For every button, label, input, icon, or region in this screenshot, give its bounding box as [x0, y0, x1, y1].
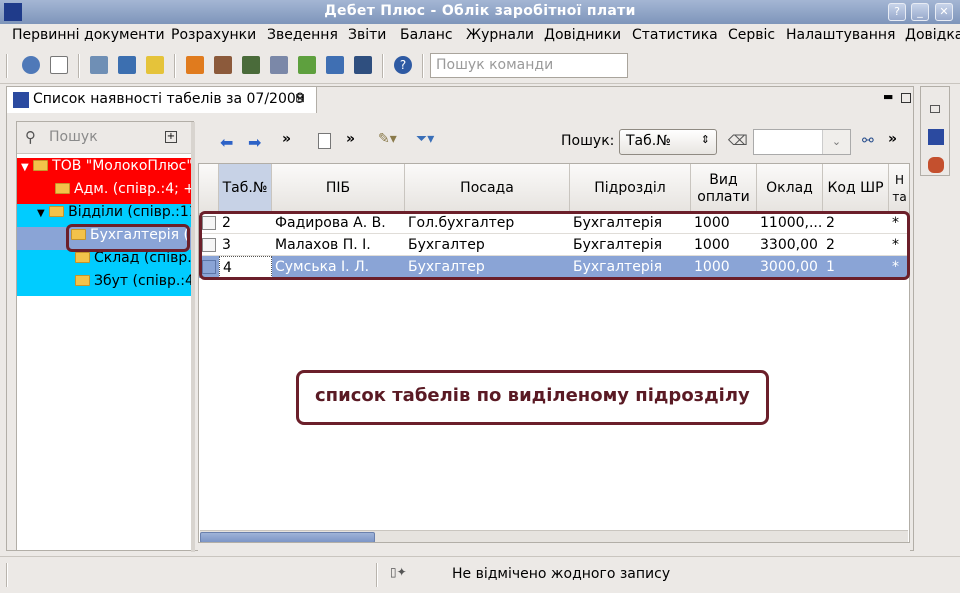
camera-icon[interactable]: [242, 56, 260, 74]
eraser-icon[interactable]: ⌫: [728, 133, 748, 149]
header-select-col: [199, 164, 219, 214]
search-value-combo[interactable]: ⌄: [753, 129, 851, 155]
tree-search-bar: ⚲ Пошук +: [17, 122, 195, 154]
highlight-frame-tree: [66, 224, 190, 252]
toolbar-separator: [6, 54, 8, 78]
maximize-view-icon[interactable]: [901, 93, 911, 103]
more-chevron-icon[interactable]: »: [888, 131, 897, 147]
tree-item-warehouse[interactable]: Склад (співр.:4: [17, 250, 195, 273]
database-icon[interactable]: [22, 56, 40, 74]
folder-icon: [75, 275, 90, 286]
menu-calculations[interactable]: Розрахунки: [171, 27, 256, 43]
status-bar: ▯✦ Не відмічено жодного запису: [0, 556, 960, 593]
tabel-grid-panel: ⬅ ➡ » » ✎▾ ⏷▾ Пошук: Таб.№ ⇕ ⌫ ⌄ ⚯ » Таб…: [198, 121, 910, 551]
person-card-icon[interactable]: [214, 56, 232, 74]
view-tab-icon: [13, 92, 29, 108]
search-icon: ⚲: [25, 128, 36, 146]
header-department[interactable]: Підрозділ: [570, 164, 691, 214]
side-trim-bar: [920, 86, 950, 176]
window-title: Дебет Плюс - Облік заробітної плати: [324, 3, 636, 19]
add-user-icon[interactable]: [298, 56, 316, 74]
menu-reports[interactable]: Звіти: [348, 27, 386, 43]
filter-icon[interactable]: ⏷▾: [416, 131, 434, 147]
folder-icon: [55, 183, 70, 194]
header-position[interactable]: Посада: [405, 164, 570, 214]
binoculars-icon[interactable]: ⚯: [862, 133, 874, 149]
people-icon[interactable]: [928, 157, 944, 173]
menu-service[interactable]: Сервіс: [728, 27, 775, 43]
more-chevron-icon[interactable]: »: [282, 131, 291, 147]
view-tab[interactable]: Список наявності табелів за 07/2009 ⊠: [7, 87, 317, 113]
folder-icon: [49, 206, 65, 217]
view-tab-title: Список наявності табелів за 07/2009: [33, 91, 305, 107]
toolbar-separator: [174, 54, 176, 78]
selection-icon: ▯✦: [390, 565, 407, 579]
calendar-icon[interactable]: [270, 56, 288, 74]
department-tree-panel: ⚲ Пошук + ▼ ТОВ "МолокоПлюс" (спів Адм. …: [16, 121, 195, 552]
folder-icon: [75, 252, 90, 263]
grid-toolbar: ⬅ ➡ » » ✎▾ ⏷▾ Пошук: Таб.№ ⇕ ⌫ ⌄ ⚯ »: [198, 121, 910, 163]
tree-item-company[interactable]: ▼ ТОВ "МолокоПлюс" (спів: [17, 158, 195, 181]
annotation-callout: список табелів по виділеному підрозділу: [296, 370, 769, 425]
folder-icon: [33, 160, 49, 171]
close-window-button[interactable]: ✕: [935, 3, 953, 21]
menu-primary-docs[interactable]: Первинні документи: [12, 27, 165, 43]
minimize-button[interactable]: _: [911, 3, 929, 21]
highlight-frame-rows: [199, 211, 910, 280]
menu-summaries[interactable]: Зведення: [267, 27, 338, 43]
status-separator: [376, 563, 378, 587]
menu-help[interactable]: Довідка: [905, 27, 960, 43]
expand-all-icon[interactable]: +: [165, 131, 177, 143]
tools-icon[interactable]: ✎▾: [378, 131, 397, 147]
restore-icon[interactable]: [930, 105, 940, 113]
title-bar: Дебет Плюс - Облік заробітної плати ? _ …: [0, 0, 960, 24]
tree-item-sales[interactable]: Збут (співр.:4;: [17, 273, 195, 296]
toolbar-separator: [422, 54, 424, 78]
magnifier-icon[interactable]: [326, 56, 344, 74]
tree-item-admin[interactable]: Адм. (співр.:4; +0: [17, 181, 195, 204]
status-text: Не відмічено жодного запису: [452, 566, 671, 582]
calculator-icon[interactable]: [90, 56, 108, 74]
scrollbar-thumb[interactable]: [200, 532, 375, 542]
horizontal-scrollbar[interactable]: [200, 530, 908, 542]
new-document-icon[interactable]: [50, 56, 68, 74]
status-separator: [6, 563, 8, 587]
tree-search-input[interactable]: Пошук: [49, 129, 98, 145]
help-window-button[interactable]: ?: [888, 3, 906, 21]
header-code[interactable]: Код ШР: [823, 164, 889, 214]
header-salary[interactable]: Оклад: [757, 164, 823, 214]
monitor-icon[interactable]: [118, 56, 136, 74]
menu-references[interactable]: Довідники: [544, 27, 621, 43]
help-icon[interactable]: ?: [394, 56, 412, 74]
chevron-down-icon[interactable]: ⌄: [822, 130, 850, 154]
new-record-icon[interactable]: [318, 133, 331, 149]
orange-box-icon[interactable]: [186, 56, 204, 74]
structure-icon[interactable]: [354, 56, 372, 74]
toolbar-separator: [382, 54, 384, 78]
view-menu-icon[interactable]: ▬: [883, 90, 893, 103]
grid-search-label: Пошук:: [561, 133, 615, 149]
menu-journals[interactable]: Журнали: [466, 27, 534, 43]
view-list-icon[interactable]: [928, 129, 944, 145]
close-tab-icon[interactable]: ⊠: [295, 91, 305, 105]
menu-settings[interactable]: Налаштування: [786, 27, 895, 43]
menu-statistics[interactable]: Статистика: [632, 27, 718, 43]
header-pay-type[interactable]: Вид оплати: [691, 164, 757, 214]
back-arrow-icon[interactable]: ⬅: [220, 133, 233, 152]
lightning-icon[interactable]: [146, 56, 164, 74]
header-tab-no[interactable]: Таб.№: [219, 164, 272, 214]
menu-bar: Первинні документи Розрахунки Зведення З…: [0, 24, 960, 48]
toolbar-separator: [78, 54, 80, 78]
forward-arrow-icon[interactable]: ➡: [248, 133, 261, 152]
search-field-select[interactable]: Таб.№ ⇕: [619, 129, 717, 155]
header-extra[interactable]: Н та: [889, 164, 909, 214]
menu-balance[interactable]: Баланс: [400, 27, 453, 43]
command-search-input[interactable]: Пошук команди: [430, 53, 628, 78]
tree-scrollbar[interactable]: [191, 122, 195, 552]
more-chevron-icon[interactable]: »: [346, 131, 355, 147]
header-name[interactable]: ПІБ: [272, 164, 405, 214]
spinner-icon: ⇕: [700, 133, 710, 146]
